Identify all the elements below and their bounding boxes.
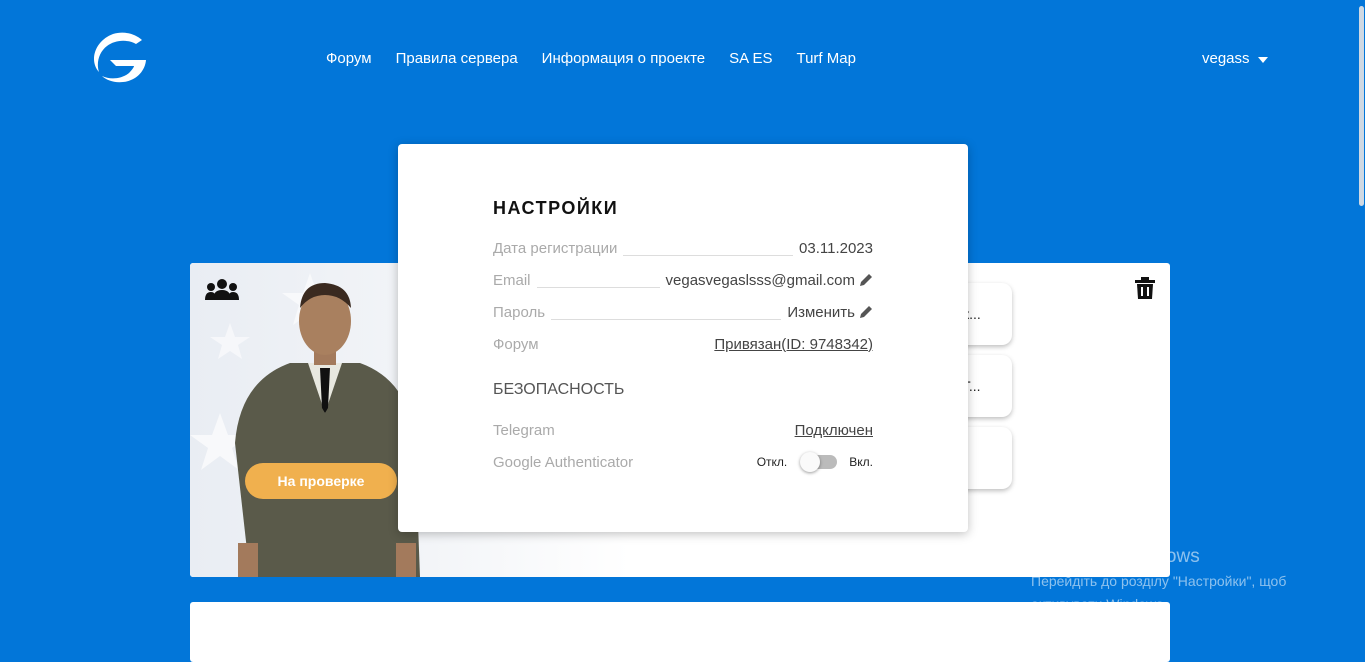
- caret-down-icon: [1257, 57, 1268, 63]
- registration-value: 03.11.2023: [799, 239, 873, 257]
- password-label: Пароль: [493, 303, 546, 321]
- toggle-knob[interactable]: [800, 452, 821, 472]
- nav-sa-es[interactable]: SA ES: [729, 50, 772, 67]
- password-row: Пароль Изменить: [493, 302, 873, 322]
- registration-label: Дата регистрации: [493, 239, 618, 257]
- google-auth-toggle[interactable]: [800, 452, 838, 472]
- telegram-link[interactable]: Подключен: [795, 422, 873, 439]
- scrollbar[interactable]: [1358, 0, 1365, 641]
- nav-server-rules[interactable]: Правила сервера: [396, 50, 518, 67]
- email-row: Email vegasvegaslsss@gmail.com: [493, 270, 873, 290]
- toggle-off-label: Откл.: [756, 455, 788, 469]
- divider: [623, 255, 794, 256]
- google-auth-toggle-group: Откл. Вкл.: [756, 452, 873, 472]
- nav-forum[interactable]: Форум: [326, 50, 372, 67]
- telegram-label: Telegram: [493, 421, 555, 439]
- divider: [551, 319, 782, 320]
- security-title: БЕЗОПАСНОСТЬ: [493, 381, 625, 398]
- forum-link[interactable]: Привязан(ID: 9748342): [714, 336, 873, 353]
- watermark-title: Активація Windows: [1031, 546, 1200, 567]
- google-auth-label: Google Authenticator: [493, 453, 634, 471]
- forum-row: Форум Привязан(ID: 9748342): [493, 334, 873, 354]
- email-label: Email: [493, 271, 531, 289]
- watermark-line-2: активувати Windows.: [1031, 596, 1167, 612]
- nav-turf-map[interactable]: Turf Map: [796, 50, 855, 67]
- windows-activation-watermark: Активація Windows Перейдіть до розділу "…: [1031, 546, 1286, 614]
- settings-modal: НАСТРОЙКИ Дата регистрации 03.11.2023 Em…: [398, 144, 968, 532]
- logo-icon[interactable]: [90, 30, 148, 84]
- divider: [536, 287, 660, 288]
- group-icon: [205, 279, 239, 300]
- pencil-icon[interactable]: [859, 305, 873, 319]
- status-badge: На проверке: [245, 463, 397, 499]
- nav-project-info[interactable]: Информация о проекте: [542, 50, 705, 67]
- scrollbar-thumb[interactable]: [1359, 6, 1364, 206]
- username: vegass: [1202, 50, 1250, 67]
- content-card: [190, 602, 1170, 662]
- toggle-on-label: Вкл.: [849, 455, 873, 469]
- pencil-icon[interactable]: [859, 273, 873, 287]
- trash-icon[interactable]: [1135, 277, 1155, 299]
- top-navigation: Форум Правила сервера Информация о проек…: [0, 0, 1365, 120]
- telegram-row: Telegram Подключен: [493, 420, 873, 440]
- email-value: vegasvegaslsss@gmail.com: [665, 271, 855, 289]
- user-menu[interactable]: vegass: [1202, 50, 1268, 67]
- main-nav: Форум Правила сервера Информация о проек…: [326, 50, 856, 67]
- settings-title: НАСТРОЙКИ: [493, 198, 619, 218]
- change-password-link[interactable]: Изменить: [787, 304, 855, 321]
- registration-row: Дата регистрации 03.11.2023: [493, 238, 873, 258]
- google-auth-row: Google Authenticator Откл. Вкл.: [493, 452, 873, 472]
- watermark-line-1: Перейдіть до розділу "Настройки", щоб: [1031, 573, 1287, 589]
- forum-label: Форум: [493, 335, 539, 353]
